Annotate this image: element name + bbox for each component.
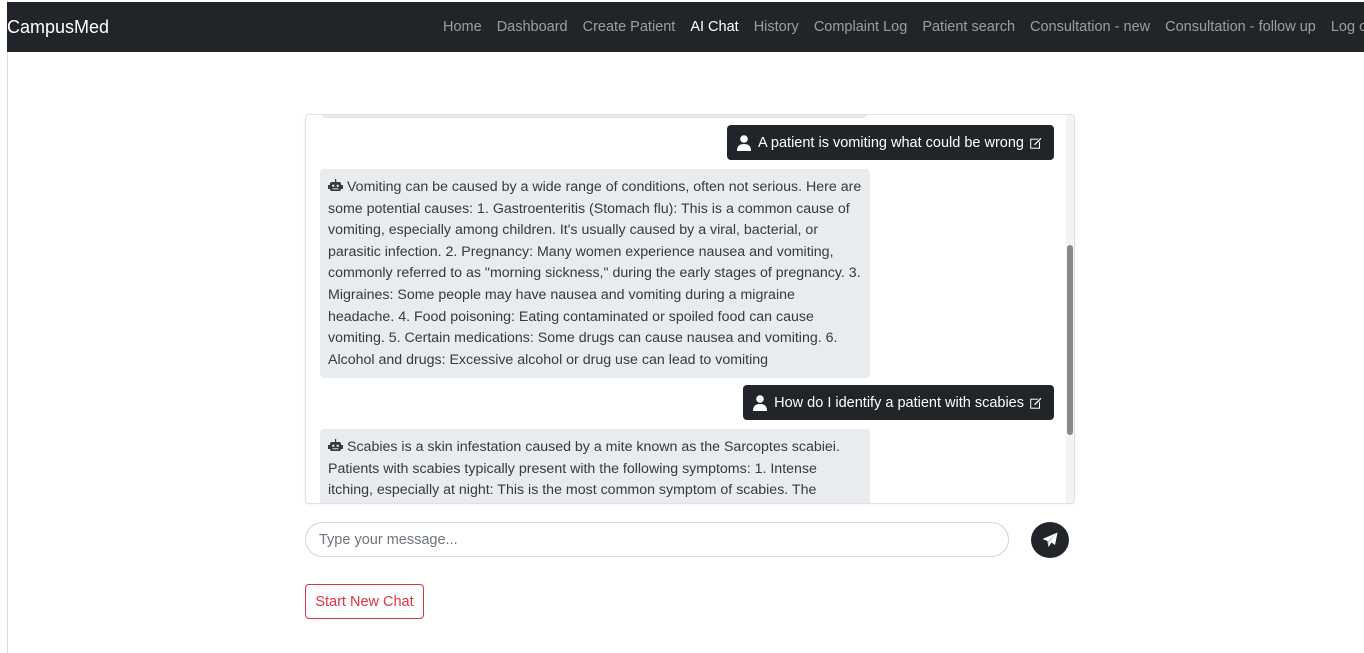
nav-consultation-new[interactable]: Consultation - new	[1030, 19, 1150, 35]
chat-scrollbar[interactable]	[1066, 115, 1074, 503]
nav-patient-search[interactable]: Patient search	[922, 19, 1015, 35]
chat-scrollbar-thumb[interactable]	[1067, 245, 1073, 435]
message-input[interactable]	[317, 530, 1001, 549]
user-message-text: A patient is vomiting what could be wron…	[758, 134, 1024, 151]
robot-icon	[328, 179, 343, 191]
start-new-chat-button[interactable]: Start New Chat	[305, 584, 424, 619]
previous-message-edge	[322, 115, 867, 118]
edit-icon[interactable]	[1030, 396, 1042, 409]
user-message-text: How do I identify a patient with scabies	[774, 394, 1024, 411]
user-icon	[737, 134, 752, 151]
user-icon	[753, 394, 768, 411]
nav-home[interactable]: Home	[443, 19, 482, 35]
window-left-edge	[0, 0, 8, 653]
bot-message-text: Scabies is a skin infestation caused by …	[328, 439, 840, 499]
robot-icon	[328, 439, 343, 451]
edit-icon[interactable]	[1030, 136, 1042, 149]
nav-consultation-follow-up[interactable]: Consultation - follow up	[1165, 19, 1316, 35]
brand-logo[interactable]: CampusMed	[7, 17, 109, 38]
nav-ai-chat[interactable]: AI Chat	[690, 19, 738, 35]
nav-links: Home Dashboard Create Patient AI Chat Hi…	[443, 2, 1364, 52]
nav-create-patient[interactable]: Create Patient	[583, 19, 676, 35]
send-button[interactable]	[1031, 522, 1069, 558]
navbar: CampusMed Home Dashboard Create Patient …	[7, 2, 1364, 52]
user-message: How do I identify a patient with scabies	[743, 385, 1054, 420]
bot-message-text: Vomiting can be caused by a wide range o…	[328, 179, 862, 368]
message-input-wrapper	[305, 522, 1009, 557]
bot-message: Vomiting can be caused by a wide range o…	[320, 169, 870, 378]
chat-messages-panel[interactable]: A patient is vomiting what could be wron…	[305, 114, 1075, 504]
user-message: A patient is vomiting what could be wron…	[727, 125, 1054, 160]
nav-history[interactable]: History	[754, 19, 799, 35]
bot-message: Scabies is a skin infestation caused by …	[320, 429, 870, 503]
nav-dashboard[interactable]: Dashboard	[497, 19, 568, 35]
nav-log-out[interactable]: Log out	[1331, 19, 1364, 35]
nav-complaint-log[interactable]: Complaint Log	[814, 19, 908, 35]
paper-plane-icon	[1042, 532, 1058, 547]
